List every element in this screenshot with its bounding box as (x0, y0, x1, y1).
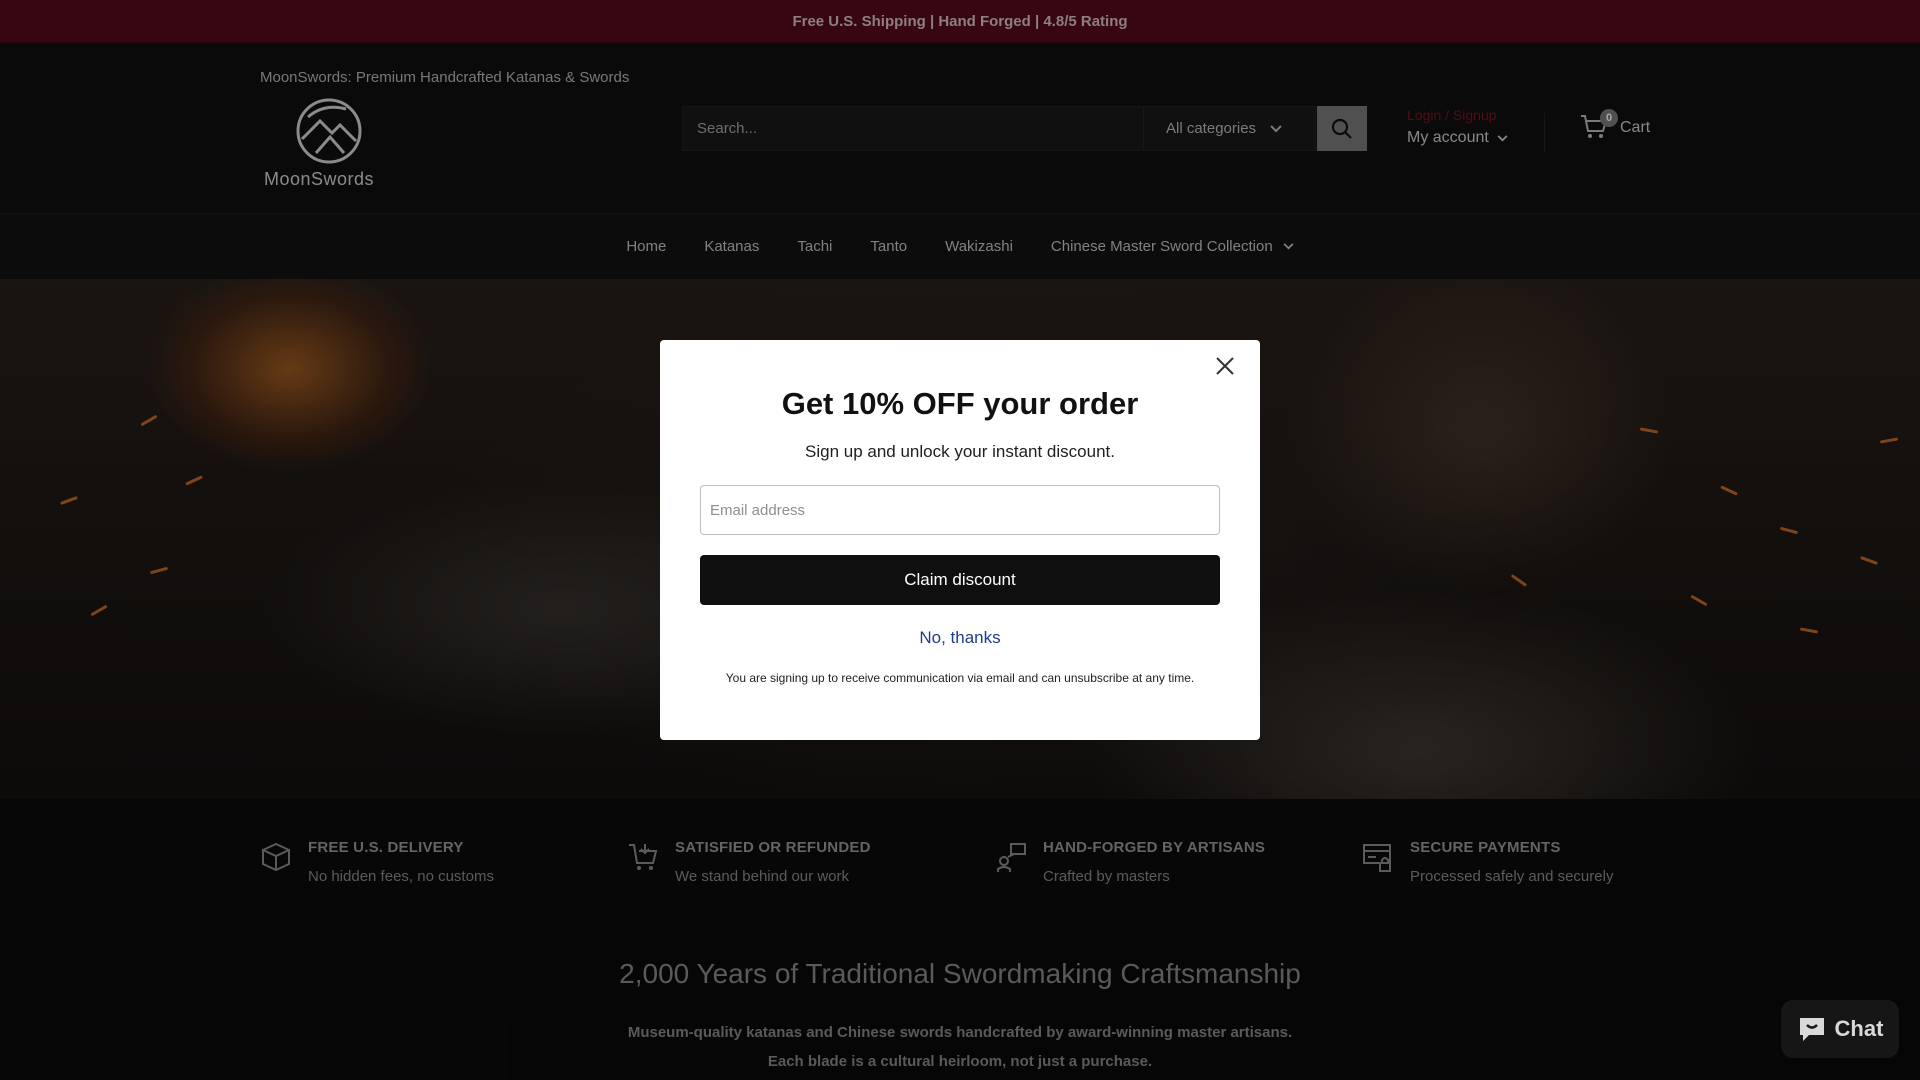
modal-title: Get 10% OFF your order (781, 386, 1139, 421)
chat-label: Chat (1834, 1016, 1884, 1041)
modal-legal-text: You are signing up to receive communicat… (725, 671, 1195, 685)
discount-modal: Get 10% OFF your order Sign up and unloc… (660, 340, 1260, 740)
modal-subtitle: Sign up and unlock your instant discount… (805, 442, 1115, 461)
modal-close-button[interactable] (1211, 352, 1239, 380)
close-icon (1216, 357, 1234, 375)
no-thanks-link[interactable]: No, thanks (660, 628, 1260, 648)
claim-discount-button[interactable]: Claim discount (700, 555, 1220, 605)
email-field[interactable] (700, 485, 1220, 535)
chat-bubble-icon (1799, 1018, 1824, 1041)
chat-button[interactable]: Chat (1781, 1000, 1899, 1058)
